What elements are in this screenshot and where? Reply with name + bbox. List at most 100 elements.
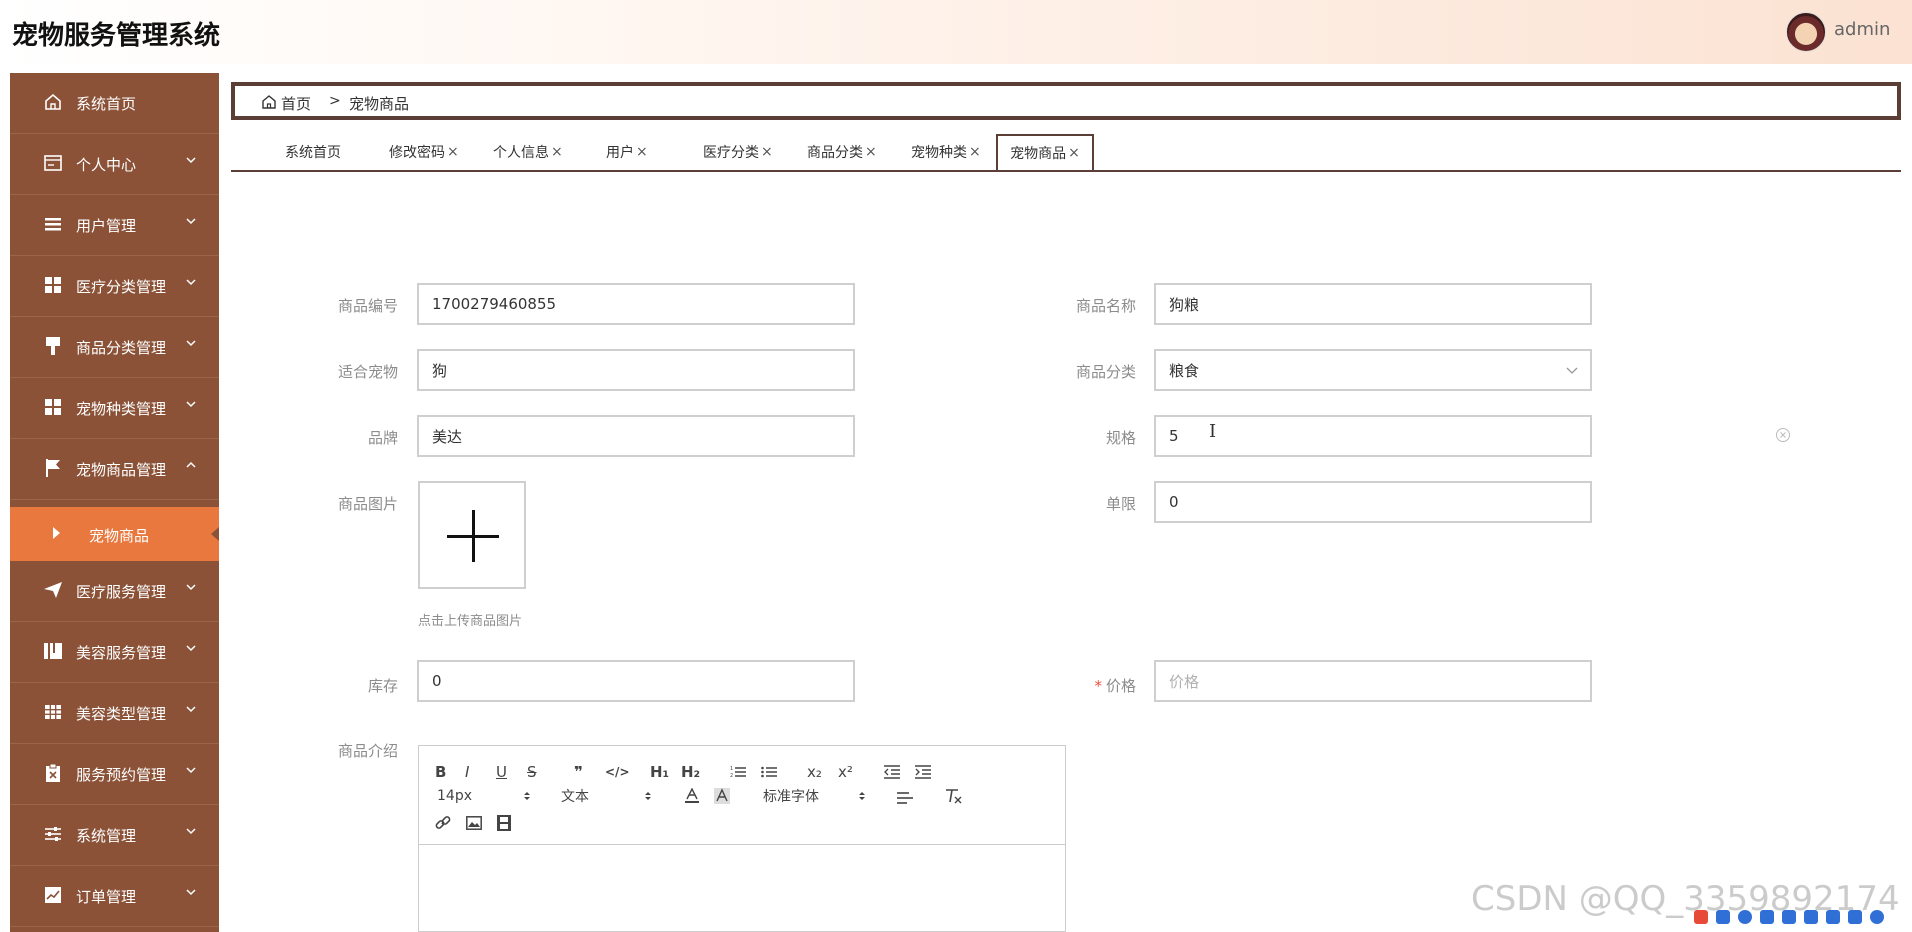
superscript-button[interactable]: x² [838, 762, 853, 782]
clear-format-icon[interactable] [944, 786, 962, 806]
select-arrows-icon [645, 792, 651, 800]
sidebar-subitem-pet-goods[interactable]: 宠物商品 [10, 507, 219, 561]
blockquote-button[interactable]: ❞ [574, 762, 583, 782]
tab-close-icon[interactable]: × [761, 144, 773, 160]
indent-icon[interactable] [915, 762, 931, 782]
bold-button[interactable]: B [435, 762, 446, 782]
rich-text-editor: B I U S ❞ </> H₁ H₂ 12 x₂ x² 14px 文本 标准字 [418, 745, 1066, 932]
sidebar-item-beauty-type[interactable]: 美容类型管理 [10, 683, 219, 744]
strike-button[interactable]: S [527, 762, 537, 782]
header-select[interactable]: 文本 [561, 786, 589, 806]
microphone-icon[interactable] [1760, 910, 1774, 924]
font-size-select[interactable]: 14px [437, 786, 472, 806]
sidebar-item-beauty-service[interactable]: 美容服务管理 [10, 622, 219, 683]
subscript-button[interactable]: x₂ [807, 762, 822, 782]
tab-label: 修改密码 [389, 145, 445, 161]
ime-lang-icon[interactable] [1716, 910, 1730, 924]
tab-users[interactable]: 用户 × [606, 134, 648, 170]
code-block-button[interactable]: </> [605, 762, 630, 782]
pet-input[interactable]: 狗 [417, 349, 855, 391]
username[interactable]: admin [1834, 19, 1890, 40]
limit-label: 单限 [1105, 495, 1136, 513]
image-icon[interactable] [466, 813, 482, 833]
spec-input[interactable]: 5 [1154, 415, 1592, 457]
sidebar-item-orders[interactable]: 订单管理 [10, 866, 219, 927]
tab-pet-type[interactable]: 宠物种类 × [911, 134, 981, 170]
category-select[interactable]: 粮食 [1154, 349, 1592, 391]
sidebar-item-pet-goods[interactable]: 宠物商品管理 [10, 439, 219, 500]
tab-pet-goods[interactable]: 宠物商品 × [996, 134, 1094, 170]
stock-input[interactable]: 0 [417, 660, 855, 702]
link-icon[interactable] [435, 813, 451, 833]
category-select-value: 粮食 [1169, 361, 1200, 380]
outdent-icon[interactable] [884, 762, 900, 782]
underline-button[interactable]: U [496, 762, 507, 782]
chevron-down-icon [186, 401, 196, 408]
breadcrumb-home-link[interactable]: 首页 [281, 93, 311, 114]
tab-goods-category[interactable]: 商品分类 × [807, 134, 877, 170]
emoji-icon[interactable] [1804, 910, 1818, 924]
paper-plane-icon [43, 580, 63, 600]
tab-change-password[interactable]: 修改密码 × [389, 134, 459, 170]
skin-icon[interactable] [1826, 910, 1840, 924]
ime-moon-icon[interactable] [1738, 910, 1752, 924]
caret-right-icon [53, 527, 60, 539]
upload-hint: 点击上传商品图片 [418, 614, 523, 629]
sidebar-item-system[interactable]: 系统管理 [10, 805, 219, 866]
code-input[interactable]: 1700279460855 [417, 283, 855, 325]
sidebar-item-label: 宠物商品管理 [76, 461, 167, 479]
sidebar-item-users[interactable]: 用户管理 [10, 195, 219, 256]
tab-bar: 系统首页 修改密码 × 个人信息 × 用户 × 医疗分类 × 商品分类 × 宠物… [231, 134, 1901, 172]
limit-input[interactable]: 0 [1154, 481, 1592, 523]
sidebar-item-service-booking[interactable]: 服务预约管理 [10, 744, 219, 805]
font-family-select[interactable]: 标准字体 [763, 786, 819, 806]
user-avatar[interactable] [1786, 12, 1826, 52]
plus-icon-vertical [472, 510, 475, 562]
ordered-list-icon[interactable]: 12 [730, 762, 746, 782]
tab-close-icon[interactable]: × [447, 144, 459, 160]
h2-button[interactable]: H₂ [681, 762, 700, 782]
bullet-list-icon[interactable] [761, 762, 777, 782]
tab-close-icon[interactable]: × [551, 144, 563, 160]
tab-close-icon[interactable]: × [1068, 145, 1080, 161]
ime-s-icon[interactable] [1694, 910, 1708, 924]
sidebar-item-goods-category[interactable]: 商品分类管理 [10, 317, 219, 378]
h1-button[interactable]: H₁ [650, 762, 669, 782]
video-icon[interactable] [497, 813, 511, 833]
image-label: 商品图片 [337, 495, 398, 513]
name-input[interactable]: 狗粮 [1154, 283, 1592, 325]
tab-close-icon[interactable]: × [865, 144, 877, 160]
list-icon [43, 214, 63, 234]
tab-home[interactable]: 系统首页 [285, 134, 341, 170]
settings-icon[interactable] [1870, 910, 1884, 924]
tab-label: 商品分类 [807, 145, 863, 161]
sidebar-item-pet-type[interactable]: 宠物种类管理 [10, 378, 219, 439]
stock-label: 库存 [367, 677, 398, 695]
chart-icon [43, 885, 63, 905]
toolbox-icon[interactable] [1848, 910, 1862, 924]
align-icon[interactable] [897, 788, 913, 808]
chevron-down-icon [186, 828, 196, 835]
book-icon [43, 641, 63, 661]
sidebar-item-medical-service[interactable]: 医疗服务管理 [10, 561, 219, 622]
sidebar: 系统首页 个人中心 用户管理 医疗分类管理 商品分类管理 宠物种类管理 宠物商品… [10, 73, 219, 932]
brand-input[interactable]: 美达 [417, 415, 855, 457]
id-card-icon [43, 153, 63, 173]
italic-button[interactable]: I [465, 762, 469, 782]
background-color-icon[interactable] [714, 786, 730, 806]
sidebar-item-medical-category[interactable]: 医疗分类管理 [10, 256, 219, 317]
name-label: 商品名称 [1075, 297, 1136, 315]
text-color-icon[interactable] [685, 786, 699, 806]
price-input[interactable]: 价格 [1154, 660, 1592, 702]
tab-close-icon[interactable]: × [969, 144, 981, 160]
sidebar-item-home[interactable]: 系统首页 [10, 73, 219, 134]
keyboard-icon[interactable] [1782, 910, 1796, 924]
clipboard-icon [43, 763, 63, 783]
image-upload-button[interactable] [418, 481, 526, 589]
tab-close-icon[interactable]: × [636, 144, 648, 160]
tab-personal-info[interactable]: 个人信息 × [493, 134, 563, 170]
sidebar-item-personal-center[interactable]: 个人中心 [10, 134, 219, 195]
tab-medical-category[interactable]: 医疗分类 × [703, 134, 773, 170]
svg-text:2: 2 [730, 773, 733, 779]
clear-icon[interactable] [1775, 427, 1791, 443]
